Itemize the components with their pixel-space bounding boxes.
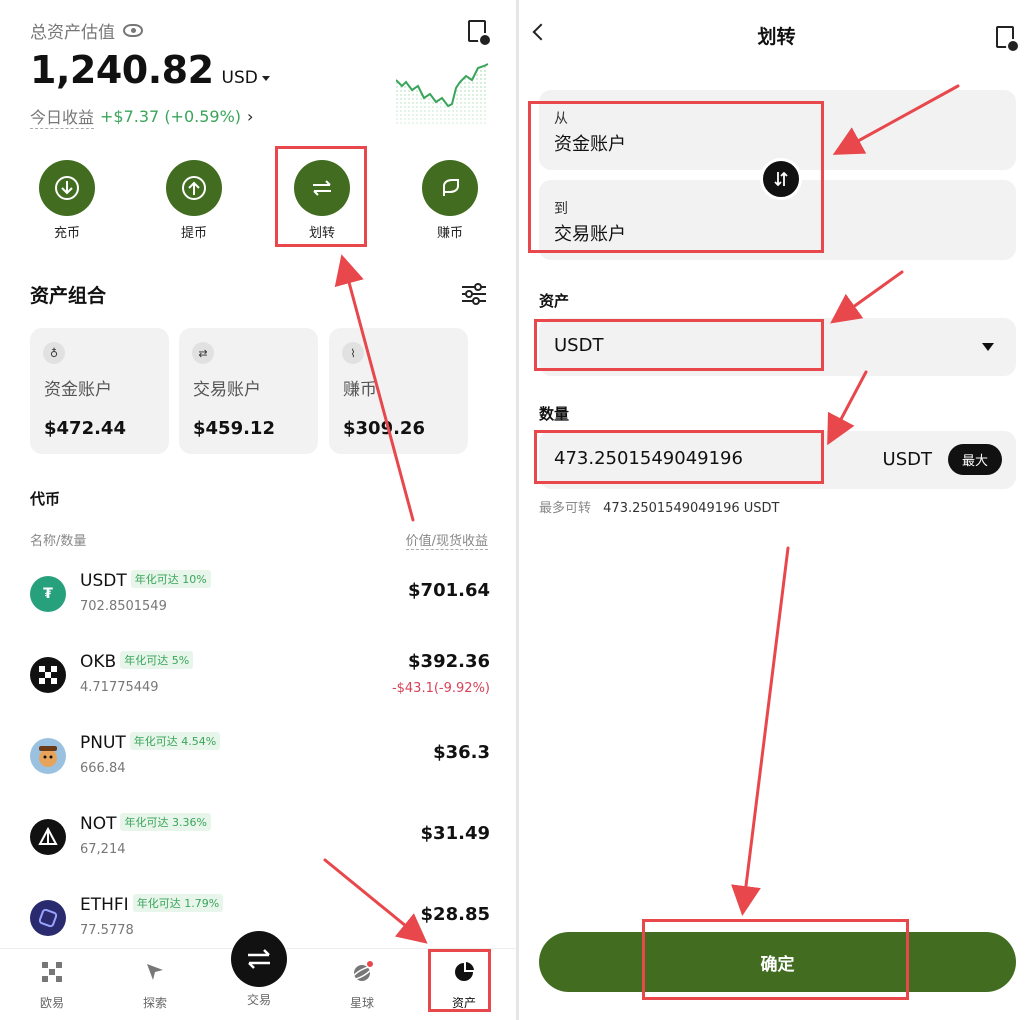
- max-button[interactable]: 最大: [947, 444, 1002, 475]
- ethfi-logo-icon: [30, 900, 66, 936]
- total-assets-label: 总资产估值: [30, 18, 143, 43]
- usdt-logo-icon: ₮: [30, 576, 66, 612]
- deposit-action[interactable]: 充币: [22, 160, 112, 241]
- balance-sparkline: [396, 58, 488, 126]
- asset-label: 资产: [539, 292, 570, 310]
- okx-logo-icon: [42, 962, 62, 982]
- amount-unit: USDT: [882, 449, 932, 470]
- portfolio-title: 资产组合: [30, 285, 107, 307]
- caret-down-icon: [261, 75, 270, 81]
- trade-icon[interactable]: [231, 931, 287, 987]
- nav-explore[interactable]: 探索: [120, 961, 190, 1011]
- amount-input[interactable]: 473.2501549049196 USDT 最大: [539, 431, 1016, 489]
- earn-icon: ⌇: [342, 342, 364, 364]
- apy-badge: 年化可达 3.36%: [120, 813, 211, 831]
- funding-account-card[interactable]: ♁ 资金账户 $472.44: [30, 328, 169, 454]
- nav-planet[interactable]: 星球: [327, 961, 397, 1011]
- assets-screen: 总资产估值 1,240.82 USD 今日收益 +$7.37 (+0.59%) …: [0, 0, 516, 1020]
- withdraw-action[interactable]: 提币: [149, 160, 239, 241]
- chevron-right-icon: ›: [247, 107, 254, 126]
- amount-label: 数量: [539, 405, 570, 423]
- earn-action[interactable]: 赚币: [405, 160, 495, 241]
- trading-account-card[interactable]: ⇄ 交易账户 $459.12: [179, 328, 318, 454]
- total-balance: 1,240.82 USD: [30, 48, 270, 92]
- column-value-pnl[interactable]: 价值/现货收益: [405, 530, 488, 550]
- deposit-icon: [39, 160, 95, 216]
- tokens-title: 代币: [30, 490, 61, 508]
- transfer-action[interactable]: 划转: [277, 160, 367, 241]
- bottom-navigation: 欧易 探索 交易 星球 资产: [0, 931, 516, 1020]
- apy-badge: 年化可达 4.54%: [129, 732, 221, 750]
- planet-icon: [351, 961, 373, 981]
- coin-row-pnut[interactable]: PNUT 年化可达 4.54% 666.84 $36.3: [30, 726, 490, 786]
- coin-row-okb[interactable]: OKB 年化可达 5% 4.71775449 $392.36 -$43.1(-9.…: [30, 645, 490, 705]
- nav-okx[interactable]: 欧易: [17, 961, 87, 1011]
- today-pnl[interactable]: 今日收益 +$7.37 (+0.59%) ›: [30, 104, 253, 129]
- confirm-button[interactable]: 确定: [539, 932, 1016, 992]
- screenshot-stage: 总资产估值 1,240.82 USD 今日收益 +$7.37 (+0.59%) …: [0, 0, 1034, 1020]
- withdraw-icon: [166, 160, 222, 216]
- asset-select[interactable]: USDT: [539, 318, 1016, 376]
- pnut-logo-icon: [30, 738, 66, 774]
- swap-direction-icon[interactable]: [760, 158, 802, 200]
- apy-badge: 年化可达 5%: [120, 651, 194, 669]
- eye-icon[interactable]: [123, 24, 143, 37]
- pie-chart-icon: [455, 962, 474, 981]
- compass-icon: [147, 964, 163, 980]
- exchange-icon: ⇄: [192, 342, 214, 364]
- okb-logo-icon: [30, 657, 66, 693]
- history-icon[interactable]: [468, 20, 490, 45]
- not-logo-icon: [30, 819, 66, 855]
- apy-badge: 年化可达 1.79%: [132, 894, 224, 912]
- history-icon[interactable]: [996, 26, 1018, 51]
- page-title: 划转: [757, 26, 796, 48]
- column-name-qty: 名称/数量: [30, 534, 87, 549]
- coin-row-usdt[interactable]: ₮ USDT 年化可达 10% 702.8501549 $701.64: [30, 564, 490, 624]
- wallet-icon: ♁: [43, 342, 65, 364]
- coin-row-not[interactable]: NOT 年化可达 3.36% 67,214 $31.49: [30, 807, 490, 867]
- transfer-screen: 划转 从 资金账户 到 交易账户 资产 USDT 数量 473.25015490…: [519, 0, 1034, 1020]
- earn-icon: [422, 160, 478, 216]
- filter-icon[interactable]: [462, 283, 486, 305]
- chevron-down-icon: [982, 343, 994, 351]
- transfer-icon: [294, 160, 350, 216]
- max-transferable: 最多可转 473.2501549049196 USDT: [539, 501, 780, 516]
- nav-assets[interactable]: 资产: [429, 961, 499, 1011]
- currency-selector[interactable]: USD: [222, 68, 270, 88]
- apy-badge: 年化可达 10%: [130, 570, 211, 588]
- earn-account-card[interactable]: ⌇ 赚币 $309.26: [329, 328, 468, 454]
